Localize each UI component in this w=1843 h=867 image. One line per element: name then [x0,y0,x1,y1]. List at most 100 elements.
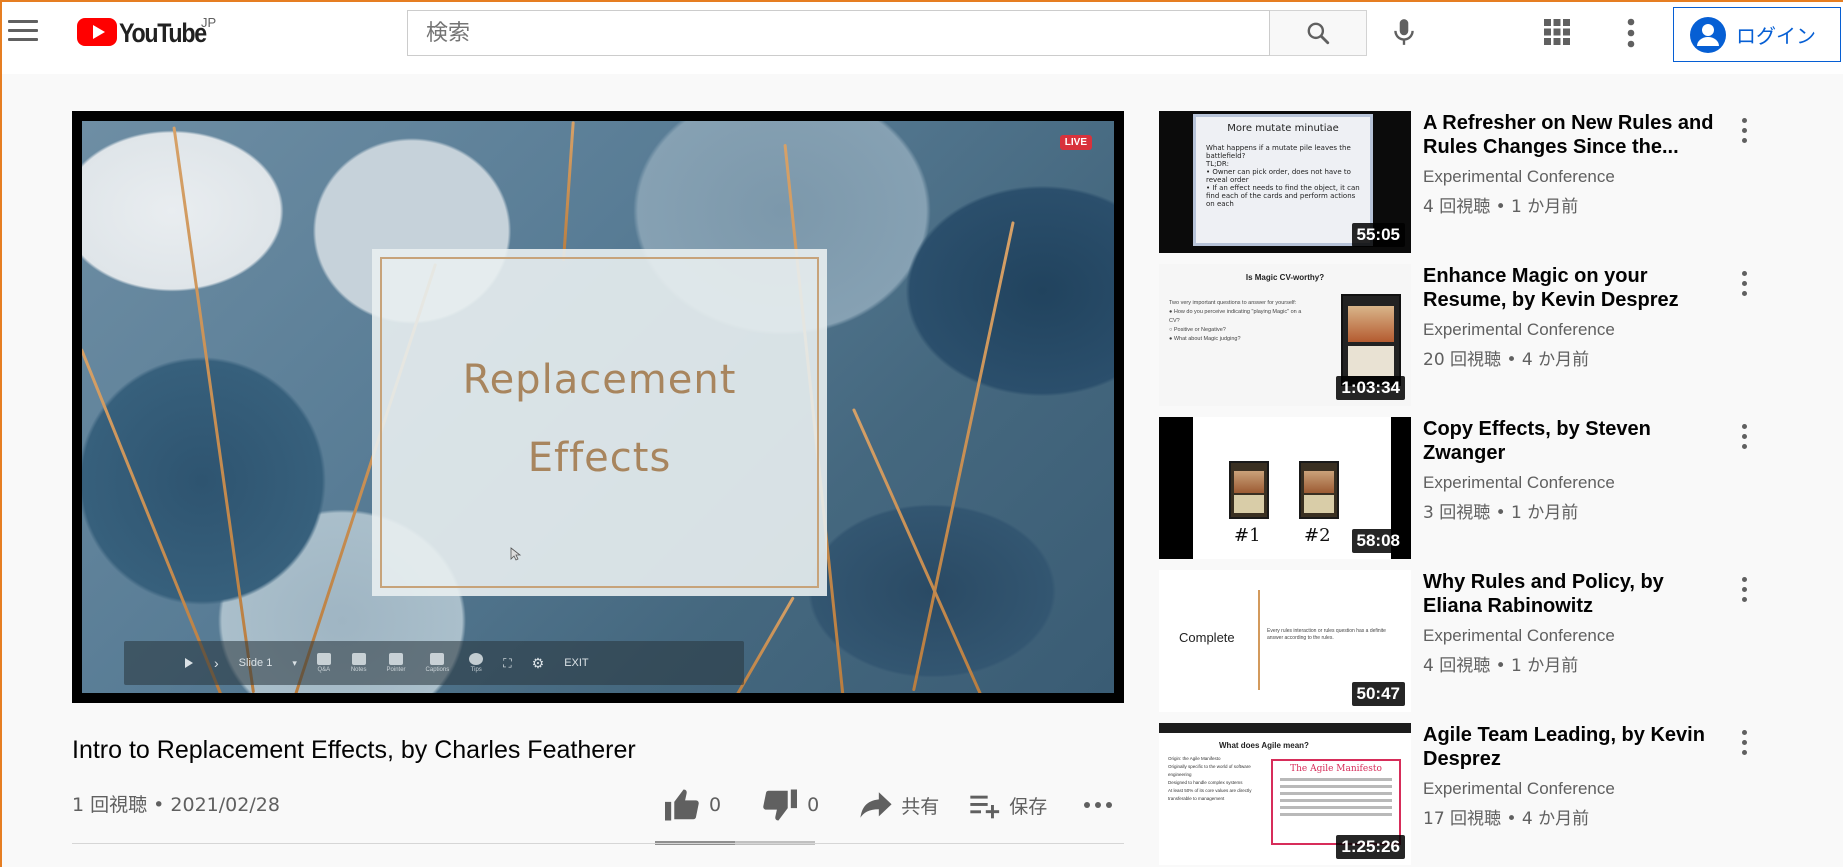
thumbnail-heading: Complete [1179,630,1235,645]
magic-card-image [1341,294,1401,386]
fullscreen-icon: ⛶ [503,655,512,670]
thumbnail-label: #2 [1304,525,1331,546]
related-video-item[interactable]: More mutate minutiae What happens if a m… [1159,111,1759,253]
login-button[interactable]: ログイン [1673,7,1841,62]
duration-badge: 1:03:34 [1336,376,1405,400]
thumbnail-label: #1 [1234,525,1261,546]
more-vert-icon[interactable] [1737,421,1751,451]
live-badge: LIVE [1059,135,1092,150]
related-video-item[interactable]: Is Magic CV-worthy? Two very important q… [1159,264,1759,406]
save-button[interactable]: 保存 [969,791,1047,819]
share-icon [860,792,892,818]
related-video-item[interactable]: #1 #2 58:08 Copy Effects, by Steven Zwan… [1159,417,1759,559]
channel-name[interactable]: Experimental Conference [1423,473,1615,493]
gear-icon: ⚙ [531,654,545,671]
video-stats: 17 回視聴 • 4 か月前 [1423,809,1590,829]
thumbnail-line: TL;DR: [1206,160,1229,168]
apps-icon [1544,19,1570,45]
dislike-count: 0 [807,794,820,816]
video-thumbnail[interactable]: More mutate minutiae What happens if a m… [1159,111,1411,253]
share-button[interactable]: 共有 [859,790,939,820]
thumbnail-slide: More mutate minutiae What happens if a m… [1193,114,1373,246]
menu-icon[interactable] [8,20,38,44]
youtube-play-icon [77,18,117,46]
video-thumbnail[interactable]: What does Agile mean? Origin: the Agile … [1159,723,1411,865]
slide-label: Slide 1 [238,657,273,669]
more-vert-icon[interactable] [1737,727,1751,757]
related-video-item[interactable]: Complete Every rules interaction or rule… [1159,570,1759,712]
search-input[interactable] [426,20,1269,46]
video-thumbnail[interactable]: Is Magic CV-worthy? Two very important q… [1159,264,1411,406]
logo-wordmark: YouTube [119,18,207,48]
thumbnail-browser-bar [1159,723,1411,733]
share-label: 共有 [901,795,940,818]
presenter-toolbar: › Slide 1 ▾ Q&A Notes Pointer Captions T… [124,641,744,685]
channel-name[interactable]: Experimental Conference [1423,626,1615,646]
video-thumbnail[interactable]: #1 #2 58:08 [1159,417,1411,559]
channel-name[interactable]: Experimental Conference [1423,167,1615,187]
chevron-down-icon: ▾ [292,657,297,668]
video-title: Intro to Replacement Effects, by Charles… [72,736,636,764]
toolbar-qa: Q&A [316,653,331,673]
thumbnail-text: Two very important questions to answer f… [1169,300,1302,342]
duration-badge: 55:05 [1351,223,1405,247]
slide-title-line1: Replacement [462,357,737,403]
voice-search-button[interactable] [1384,12,1424,52]
thumbnail-manifesto-box: The Agile Manifesto [1271,759,1401,845]
play-icon [185,658,193,668]
slide-title-frame [380,257,819,588]
related-video-title[interactable]: Enhance Magic on your Resume, by Kevin D… [1423,264,1723,312]
search-button[interactable] [1270,10,1367,56]
channel-name[interactable]: Experimental Conference [1423,320,1615,340]
dislike-button[interactable]: 0 [761,788,819,822]
duration-badge: 58:08 [1351,529,1405,553]
related-video-title[interactable]: Copy Effects, by Steven Zwanger [1423,417,1723,465]
logo-region: JP [201,15,217,30]
save-label: 保存 [1009,795,1048,818]
more-vert-icon[interactable] [1737,268,1751,298]
like-count: 0 [709,794,722,816]
more-vert-icon[interactable] [1737,574,1751,604]
related-video-title[interactable]: Agile Team Leading, by Kevin Desprez [1423,723,1723,771]
thumbs-down-icon [763,789,798,821]
info-divider [72,843,1124,844]
thumbnail-line: What happens if a mutate pile leaves the… [1206,144,1351,160]
thumbnail-heading: Is Magic CV-worthy? [1245,273,1325,282]
more-vert-icon [1627,18,1635,48]
video-thumbnail[interactable]: Complete Every rules interaction or rule… [1159,570,1411,712]
thumbnail-heading: What does Agile mean? [1219,741,1309,750]
thumbnail-text: Origin: the Agile Manifesto Originally s… [1168,756,1252,801]
more-vert-icon[interactable] [1737,115,1751,145]
related-video-title[interactable]: Why Rules and Policy, by Eliana Rabinowi… [1423,570,1723,618]
masthead: YouTube JP 検索 ログイン [0,0,1843,74]
video-player[interactable]: LIVE Replacement Effects › Slide 1 ▾ Q&A… [72,111,1124,703]
like-button[interactable]: 0 [663,788,721,822]
magic-card-image [1229,461,1269,519]
mouse-cursor-icon [510,547,522,561]
mic-icon [1394,19,1414,45]
thumbnail-divider [1258,590,1260,690]
related-video-title[interactable]: A Refresher on New Rules and Rules Chang… [1423,111,1723,159]
thumbnail-line: • If an effect needs to find the object,… [1206,184,1360,208]
thumbnail-box-heading: The Agile Manifesto [1290,764,1382,774]
magic-card-image [1299,461,1339,519]
video-frame: LIVE Replacement Effects › Slide 1 ▾ Q&A… [82,121,1114,693]
thumbs-up-icon [665,789,699,821]
apps-button[interactable] [1543,18,1573,48]
slide-title-card: Replacement Effects [372,249,827,596]
youtube-logo[interactable]: YouTube JP [77,15,220,51]
related-video-item[interactable]: What does Agile mean? Origin: the Agile … [1159,723,1759,865]
settings-more-button[interactable] [1616,16,1646,50]
decor-reed [912,221,1015,692]
more-actions-button[interactable] [1083,801,1121,809]
search-icon [1307,22,1330,45]
search-box[interactable] [407,10,1270,56]
channel-name[interactable]: Experimental Conference [1423,779,1615,799]
video-stats: 3 回視聴 • 1 か月前 [1423,503,1579,523]
login-label: ログイン [1736,24,1816,48]
video-stats: 4 回視聴 • 1 か月前 [1423,656,1579,676]
video-stats: 20 回視聴 • 4 か月前 [1423,350,1590,370]
thumbnail-line: • Owner can pick order, does not have to… [1206,168,1351,184]
toolbar-tips: Tips [469,653,484,673]
video-stats: 4 回視聴 • 1 か月前 [1423,197,1579,217]
